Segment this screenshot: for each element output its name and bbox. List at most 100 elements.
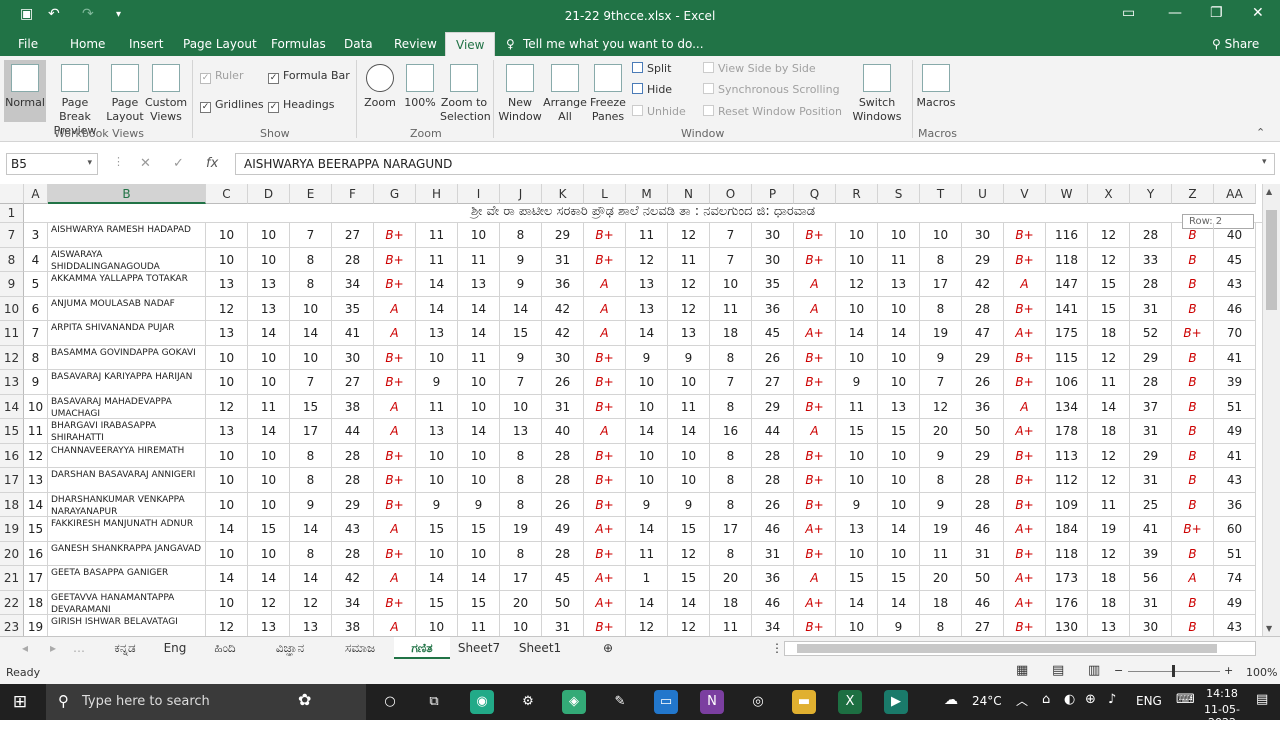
table-cell[interactable]: B	[1172, 591, 1214, 615]
media-icon[interactable]: ◎	[746, 690, 770, 714]
table-cell[interactable]: 116	[1046, 223, 1088, 248]
table-cell[interactable]: B+	[794, 395, 836, 419]
table-cell[interactable]: B+	[1004, 542, 1046, 566]
scroll-thumb[interactable]	[1266, 210, 1277, 310]
table-cell[interactable]: 18	[710, 591, 752, 615]
notification-icon[interactable]: ▤	[1256, 692, 1268, 707]
table-cell[interactable]: 25	[1130, 493, 1172, 517]
table-cell[interactable]: 46	[1214, 297, 1256, 321]
student-name-cell[interactable]: GIRISH ISHWAR BELAVATAGI	[48, 615, 206, 636]
table-cell[interactable]: 16	[24, 542, 48, 566]
table-cell[interactable]: B+	[794, 493, 836, 517]
row-header[interactable]: 18	[0, 493, 24, 517]
table-cell[interactable]: 29	[332, 493, 374, 517]
table-cell[interactable]: 14	[416, 297, 458, 321]
volume-icon[interactable]: ◐	[1064, 692, 1075, 707]
cortana-icon[interactable]: ○	[378, 690, 402, 714]
table-cell[interactable]: 34	[332, 591, 374, 615]
table-cell[interactable]: 10	[416, 542, 458, 566]
table-cell[interactable]: 18	[1088, 419, 1130, 444]
table-cell[interactable]: 10	[416, 444, 458, 468]
table-cell[interactable]: 8	[290, 444, 332, 468]
spreadsheet-grid[interactable]: ಶ್ರೀ ವೇ ರಾ ಪಾಟೀಲ ಸರಕಾರಿ ಪ್ರೌಢ ಶಾಲೆ ನಲವಡಿ…	[0, 184, 1262, 636]
table-cell[interactable]: 11	[24, 419, 48, 444]
ruler-checkbox[interactable]: ✓ Ruler	[200, 69, 243, 84]
table-cell[interactable]: 14	[248, 419, 290, 444]
zoom-percent[interactable]: 100%	[1246, 666, 1277, 679]
table-cell[interactable]: 14	[416, 272, 458, 297]
table-cell[interactable]: 18	[1088, 321, 1130, 346]
zoom-out-icon[interactable]: −	[1114, 664, 1123, 677]
table-cell[interactable]: 9	[500, 272, 542, 297]
table-cell[interactable]: 14	[24, 493, 48, 517]
page-layout-icon[interactable]: ▤	[1052, 663, 1064, 678]
hide-button[interactable]: Hide	[632, 83, 672, 96]
table-cell[interactable]: 184	[1046, 517, 1088, 542]
table-cell[interactable]: 113	[1046, 444, 1088, 468]
table-cell[interactable]: B+	[584, 223, 626, 248]
table-cell[interactable]: 35	[752, 272, 794, 297]
table-cell[interactable]: B	[1172, 493, 1214, 517]
table-cell[interactable]: 12	[836, 272, 878, 297]
cancel-icon[interactable]: ✕	[140, 156, 151, 171]
sheet-tab[interactable]: ಹಿಂದಿ	[196, 637, 254, 659]
table-cell[interactable]: 9	[668, 493, 710, 517]
table-cell[interactable]: 14	[458, 297, 500, 321]
table-cell[interactable]: 29	[1130, 346, 1172, 370]
table-cell[interactable]: 28	[332, 542, 374, 566]
table-cell[interactable]: A+	[1004, 517, 1046, 542]
table-cell[interactable]: 8	[500, 493, 542, 517]
table-cell[interactable]: 26	[752, 346, 794, 370]
table-cell[interactable]: B	[1172, 370, 1214, 395]
table-cell[interactable]: 13	[248, 297, 290, 321]
freeze-panes-button[interactable]: Freeze Panes	[588, 64, 628, 124]
temperature[interactable]: 24°C	[972, 694, 1002, 708]
table-cell[interactable]: 31	[542, 615, 584, 636]
sheet-tab[interactable]: ವಿಜ್ಞಾನ	[256, 637, 324, 659]
table-cell[interactable]: 28	[1130, 223, 1172, 248]
sheet-tab[interactable]: ಗಣಿತ	[394, 637, 450, 659]
switch-windows-button[interactable]: Switch Windows	[846, 64, 908, 124]
tab-insert[interactable]: Insert	[129, 37, 163, 51]
table-cell[interactable]: 26	[542, 493, 584, 517]
table-cell[interactable]: 10	[248, 542, 290, 566]
scroll-right-icon[interactable]: ▸	[46, 637, 60, 659]
table-cell[interactable]: 8	[710, 346, 752, 370]
gridlines-checkbox[interactable]: ✓ Gridlines	[200, 98, 264, 113]
table-cell[interactable]: 28	[752, 468, 794, 493]
table-cell[interactable]: 28	[1130, 272, 1172, 297]
table-cell[interactable]: B+	[584, 248, 626, 272]
table-cell[interactable]: 31	[962, 542, 1004, 566]
zoom-in-icon[interactable]: +	[1224, 664, 1233, 677]
table-cell[interactable]: 42	[332, 566, 374, 591]
table-cell[interactable]: 10	[248, 223, 290, 248]
formula-bar-checkbox[interactable]: ✓ Formula Bar	[268, 69, 350, 84]
table-cell[interactable]: 15	[416, 517, 458, 542]
table-cell[interactable]: 10	[248, 468, 290, 493]
table-cell[interactable]: 12	[920, 395, 962, 419]
table-cell[interactable]: 20	[920, 419, 962, 444]
table-cell[interactable]: 10	[206, 444, 248, 468]
table-cell[interactable]: B+	[374, 370, 416, 395]
page-layout-view-button[interactable]: Page Layout	[106, 64, 144, 124]
table-cell[interactable]: 8	[710, 468, 752, 493]
ribbon-display-icon[interactable]: ▭	[1122, 5, 1135, 21]
table-cell[interactable]: A+	[584, 517, 626, 542]
options-icon[interactable]: ⋮	[770, 637, 784, 659]
collapse-ribbon-icon[interactable]: ⌃	[1256, 126, 1265, 139]
table-cell[interactable]: B+	[374, 223, 416, 248]
table-cell[interactable]: 13	[1088, 615, 1130, 636]
table-cell[interactable]: B	[1172, 419, 1214, 444]
table-cell[interactable]: 10	[878, 468, 920, 493]
table-cell[interactable]: 8	[290, 468, 332, 493]
table-cell[interactable]: 28	[332, 444, 374, 468]
table-cell[interactable]: B	[1172, 395, 1214, 419]
table-cell[interactable]: B+	[584, 493, 626, 517]
table-cell[interactable]: 43	[332, 517, 374, 542]
table-cell[interactable]: 14	[626, 419, 668, 444]
file-explorer-icon[interactable]: ▬	[792, 690, 816, 714]
student-name-cell[interactable]: ANJUMA MOULASAB NADAF	[48, 297, 206, 321]
table-cell[interactable]: 9	[416, 493, 458, 517]
table-cell[interactable]: 28	[542, 444, 584, 468]
table-cell[interactable]: 10	[626, 444, 668, 468]
